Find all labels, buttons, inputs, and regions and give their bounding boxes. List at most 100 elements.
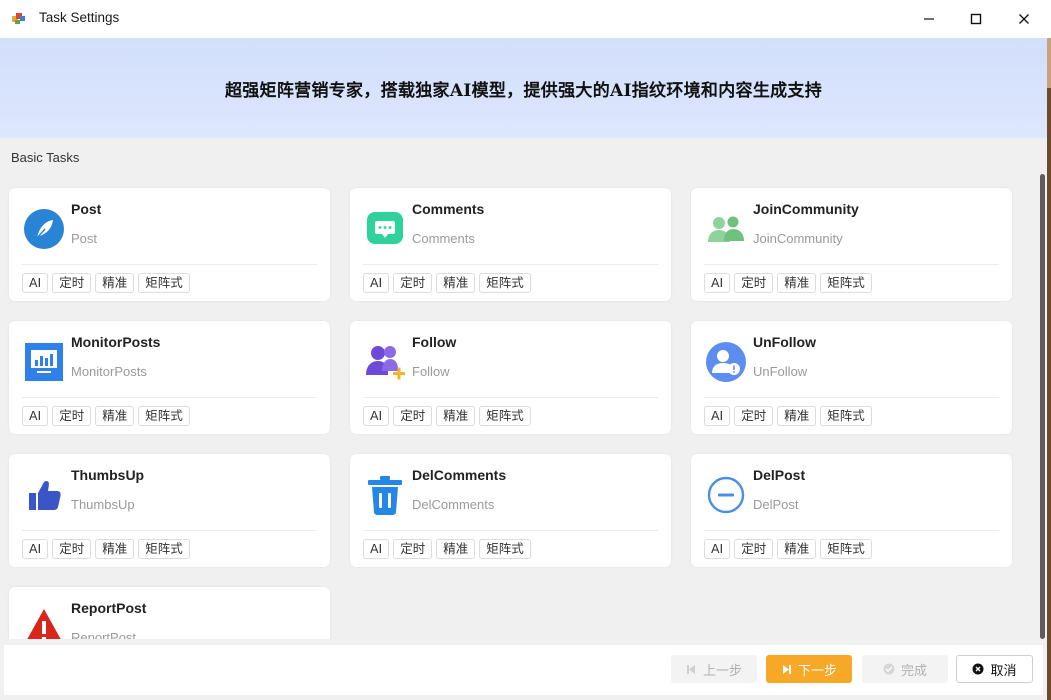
prev-icon <box>686 664 695 674</box>
done-icon <box>883 663 895 675</box>
window-edge <box>1047 38 1051 700</box>
task-title: DelPost <box>753 467 806 483</box>
tag-matrix: 矩阵式 <box>479 539 531 559</box>
tag-scheduled: 定时 <box>734 273 774 293</box>
task-card-join-community[interactable]: JoinCommunity JoinCommunity AI 定时 精准 矩阵式 <box>691 188 1012 301</box>
divider <box>704 264 999 265</box>
task-title: ThumbsUp <box>71 467 145 483</box>
tag-ai: AI <box>363 539 390 559</box>
maximize-icon <box>970 13 982 25</box>
tag-matrix: 矩阵式 <box>479 273 531 293</box>
section-label: Basic Tasks <box>11 150 80 165</box>
thumbs-up-icon <box>29 480 61 510</box>
prev-button[interactable]: 上一步 <box>671 655 757 683</box>
divider <box>704 397 999 398</box>
minus-circle-icon <box>707 476 745 514</box>
tag-precise: 精准 <box>777 273 817 293</box>
tag-matrix: 矩阵式 <box>820 406 872 426</box>
tag-list: AI 定时 精准 矩阵式 <box>22 406 190 426</box>
minimize-icon <box>924 18 934 20</box>
tag-list: AI 定时 精准 矩阵式 <box>363 539 531 559</box>
next-label: 下一步 <box>797 663 837 679</box>
task-card-post[interactable]: Post Post AI 定时 精准 矩阵式 <box>9 188 330 301</box>
tag-ai: AI <box>704 406 731 426</box>
tag-scheduled: 定时 <box>393 539 433 559</box>
divider <box>363 264 658 265</box>
feather-icon <box>24 209 64 249</box>
tag-matrix: 矩阵式 <box>820 539 872 559</box>
task-subtitle: ReportPost <box>71 630 137 639</box>
tag-list: AI 定时 精准 矩阵式 <box>363 273 531 293</box>
window-edge-highlight <box>1047 38 1051 88</box>
divider <box>22 397 317 398</box>
cancel-button[interactable]: 取消 <box>956 655 1033 683</box>
cancel-icon <box>972 663 984 675</box>
tag-ai: AI <box>363 406 390 426</box>
divider <box>363 530 658 531</box>
maximize-button[interactable] <box>953 0 999 38</box>
task-subtitle: UnFollow <box>753 364 808 379</box>
task-subtitle: Post <box>71 231 98 246</box>
tag-list: AI 定时 精准 矩阵式 <box>704 406 872 426</box>
tag-scheduled: 定时 <box>52 406 92 426</box>
task-title: DelComments <box>412 467 507 483</box>
tag-precise: 精准 <box>436 406 476 426</box>
tag-precise: 精准 <box>95 273 135 293</box>
title-bar: Task Settings <box>0 0 1051 38</box>
task-title: ReportPost <box>71 600 147 616</box>
divider <box>22 264 317 265</box>
app-icon <box>12 13 25 24</box>
tag-list: AI 定时 精准 矩阵式 <box>704 539 872 559</box>
tag-list: AI 定时 精准 矩阵式 <box>22 539 190 559</box>
community-icon <box>708 216 744 242</box>
tag-scheduled: 定时 <box>52 273 92 293</box>
tag-ai: AI <box>22 273 49 293</box>
divider <box>22 530 317 531</box>
task-title: MonitorPosts <box>71 334 161 350</box>
tag-ai: AI <box>704 539 731 559</box>
task-subtitle: Follow <box>412 364 450 379</box>
comment-icon <box>367 212 403 244</box>
tag-ai: AI <box>704 273 731 293</box>
task-card-del-comments[interactable]: DelComments DelComments AI 定时 精准 矩阵式 <box>350 454 671 567</box>
tag-matrix: 矩阵式 <box>138 406 190 426</box>
tag-matrix: 矩阵式 <box>138 273 190 293</box>
tag-scheduled: 定时 <box>734 406 774 426</box>
task-subtitle: JoinCommunity <box>753 231 843 246</box>
minimize-button[interactable] <box>906 0 952 38</box>
task-card-comments[interactable]: Comments Comments AI 定时 精准 矩阵式 <box>350 188 671 301</box>
scrollbar-thumb[interactable] <box>1040 174 1045 639</box>
prev-label: 上一步 <box>702 663 742 679</box>
task-card-unfollow[interactable]: UnFollow UnFollow AI 定时 精准 矩阵式 <box>691 321 1012 434</box>
task-card-thumbs-up[interactable]: ThumbsUp ThumbsUp AI 定时 精准 矩阵式 <box>9 454 330 567</box>
tag-scheduled: 定时 <box>393 273 433 293</box>
task-card-follow[interactable]: Follow Follow AI 定时 精准 矩阵式 <box>350 321 671 434</box>
close-button[interactable] <box>1001 0 1047 38</box>
tag-scheduled: 定时 <box>393 406 433 426</box>
task-list: Post Post AI 定时 精准 矩阵式 Comments Comments… <box>0 174 1047 639</box>
cancel-label: 取消 <box>990 663 1017 679</box>
task-card-report-post[interactable]: ReportPost ReportPost AI 定时 精准 矩阵式 <box>9 587 330 639</box>
tag-list: AI 定时 精准 矩阵式 <box>363 406 531 426</box>
tag-matrix: 矩阵式 <box>820 273 872 293</box>
task-card-del-post[interactable]: DelPost DelPost AI 定时 精准 矩阵式 <box>691 454 1012 567</box>
next-button[interactable]: 下一步 <box>766 655 852 683</box>
task-subtitle: DelPost <box>753 497 799 512</box>
banner: 超强矩阵营销专家，搭载独家AI模型，提供强大的AI指纹环境和内容生成支持 <box>0 38 1047 138</box>
tag-matrix: 矩阵式 <box>479 406 531 426</box>
tag-precise: 精准 <box>777 539 817 559</box>
tag-ai: AI <box>22 406 49 426</box>
task-subtitle: DelComments <box>412 497 495 512</box>
trash-icon <box>368 476 402 515</box>
monitor-icon <box>25 343 63 381</box>
tag-precise: 精准 <box>95 406 135 426</box>
tag-precise: 精准 <box>95 539 135 559</box>
window-title: Task Settings <box>39 10 120 25</box>
done-button[interactable]: 完成 <box>862 655 948 683</box>
done-label: 完成 <box>900 663 927 679</box>
task-card-monitor-posts[interactable]: MonitorPosts MonitorPosts AI 定时 精准 矩阵式 <box>9 321 330 434</box>
task-title: UnFollow <box>753 334 816 350</box>
follow-icon <box>366 346 405 380</box>
tag-precise: 精准 <box>777 406 817 426</box>
tag-list: AI 定时 精准 矩阵式 <box>704 273 872 293</box>
